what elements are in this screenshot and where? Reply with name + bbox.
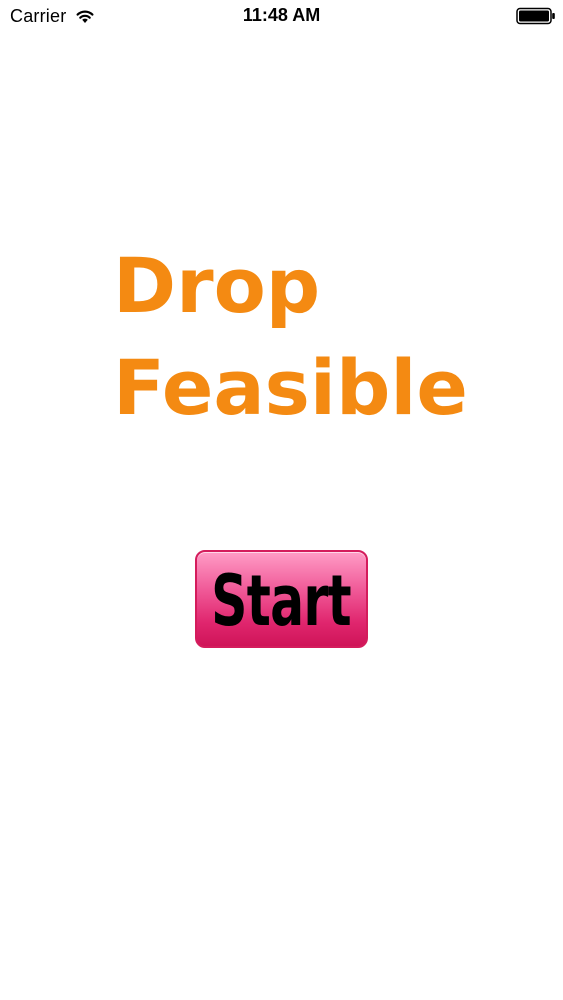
start-button-label: Start xyxy=(211,560,352,642)
start-button[interactable]: Start xyxy=(195,550,368,648)
battery-icon xyxy=(516,7,555,25)
app-title-line-1: Drop xyxy=(113,241,321,330)
clock: 11:48 AM xyxy=(242,5,321,25)
app-title-line-2: Feasible xyxy=(113,343,468,432)
status-bar: Carrier 11:48 AM xyxy=(0,0,563,34)
